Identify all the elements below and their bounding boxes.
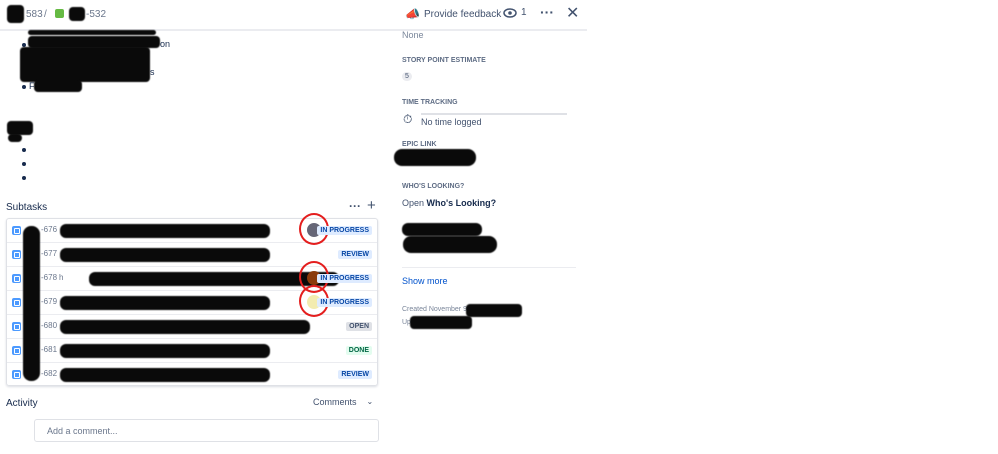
eye-icon bbox=[503, 7, 517, 18]
subtasks-more-button[interactable]: ··· bbox=[349, 199, 361, 213]
status-lozenge[interactable]: IN PROGRESS bbox=[317, 274, 372, 283]
redacted-summary bbox=[60, 368, 270, 382]
redacted-summary bbox=[60, 248, 270, 262]
redaction bbox=[7, 121, 33, 135]
subtask-key[interactable]: -678 bbox=[41, 273, 57, 282]
plus-icon: + bbox=[367, 197, 376, 214]
subtask-type-icon bbox=[12, 370, 21, 379]
redaction bbox=[466, 304, 522, 317]
subtask-type-icon bbox=[12, 298, 21, 307]
subtasks-heading: Subtasks bbox=[6, 202, 48, 213]
field-value-none: None bbox=[402, 30, 424, 40]
redacted-summary bbox=[60, 344, 270, 358]
issue-header: 583 / -532 📣 Provide feedback 1 ··· ✕ bbox=[0, 0, 587, 31]
subtask-type-icon bbox=[12, 250, 21, 259]
subtask-type-icon bbox=[12, 274, 21, 283]
subtask-type-icon bbox=[12, 346, 21, 355]
provide-feedback-button[interactable]: 📣 Provide feedback bbox=[405, 7, 501, 21]
subtask-row[interactable]: -682 REVIEW bbox=[7, 363, 377, 387]
bullet bbox=[22, 162, 26, 166]
status-lozenge[interactable]: REVIEW bbox=[338, 370, 372, 379]
subtasks-list: -676 IN PROGRESS -677 REVIEW -678 h IN PROGRES… bbox=[6, 213, 378, 387]
story-points-value[interactable]: 5 bbox=[402, 72, 412, 81]
description-text: on bbox=[160, 39, 171, 49]
status-lozenge[interactable]: REVIEW bbox=[338, 250, 372, 259]
epic-link-label: EPIC LINK bbox=[402, 141, 437, 148]
subtask-row[interactable]: -680 OPEN bbox=[7, 315, 377, 339]
redaction bbox=[28, 30, 156, 35]
status-lozenge[interactable]: DONE bbox=[345, 346, 372, 355]
close-icon: ✕ bbox=[566, 5, 580, 22]
redaction bbox=[8, 134, 22, 142]
story-icon bbox=[55, 9, 64, 18]
subtask-row[interactable]: -679 IN PROGRESS bbox=[7, 285, 377, 317]
activity-heading: Activity bbox=[6, 398, 38, 409]
ellipsis-icon: ··· bbox=[349, 199, 361, 213]
subtask-row[interactable]: -681 DONE bbox=[7, 339, 377, 363]
redaction bbox=[410, 316, 472, 329]
megaphone-icon: 📣 bbox=[405, 7, 420, 21]
subtask-key[interactable]: -679 bbox=[41, 297, 57, 306]
description-text: s bbox=[150, 67, 155, 77]
subtask-type-icon bbox=[12, 226, 21, 235]
redacted-key-column bbox=[23, 226, 40, 381]
time-tracking-bar[interactable] bbox=[421, 113, 567, 115]
redacted-summary bbox=[60, 296, 270, 310]
redaction bbox=[403, 236, 497, 253]
subtask-summary-prefix: h bbox=[59, 273, 64, 282]
redacted-summary bbox=[60, 224, 270, 238]
bullet bbox=[22, 176, 26, 180]
whos-looking-link[interactable]: Who's Looking? bbox=[427, 198, 497, 208]
divider bbox=[402, 267, 576, 268]
redaction bbox=[402, 223, 482, 236]
breadcrumb-current[interactable]: -532 bbox=[86, 9, 106, 20]
subtask-key[interactable]: -676 bbox=[41, 225, 57, 234]
subtask-key[interactable]: -681 bbox=[41, 345, 57, 354]
close-button[interactable]: ✕ bbox=[566, 3, 579, 23]
status-lozenge[interactable]: IN PROGRESS bbox=[317, 298, 372, 307]
redaction bbox=[34, 80, 82, 92]
stopwatch-icon: ⏱ bbox=[403, 112, 413, 126]
status-lozenge[interactable]: IN PROGRESS bbox=[317, 226, 372, 235]
bullet bbox=[22, 148, 26, 152]
subtask-type-icon bbox=[12, 322, 21, 331]
subtask-key[interactable]: -677 bbox=[41, 249, 57, 258]
more-actions-button[interactable]: ··· bbox=[540, 4, 554, 20]
chevron-down-icon: ⌄ bbox=[366, 397, 374, 406]
watch-count: 1 bbox=[521, 7, 527, 18]
bullet bbox=[22, 85, 26, 89]
status-lozenge[interactable]: OPEN bbox=[346, 322, 372, 331]
activity-filter-dropdown[interactable]: Comments ⌄ bbox=[313, 397, 373, 407]
feedback-label: Provide feedback bbox=[423, 8, 502, 20]
add-subtask-button[interactable]: + bbox=[367, 197, 376, 214]
redacted-summary bbox=[60, 320, 310, 334]
activity-filter-label: Comments bbox=[313, 397, 357, 407]
redacted-project-avatar bbox=[7, 5, 24, 23]
subtask-row[interactable]: -676 IN PROGRESS bbox=[7, 213, 377, 245]
whos-looking-label: WHO'S LOOKING? bbox=[402, 183, 465, 190]
time-tracking-label: TIME TRACKING bbox=[402, 99, 458, 106]
redacted-key-prefix bbox=[69, 7, 85, 21]
subtask-key[interactable]: -680 bbox=[41, 321, 57, 330]
story-points-label: STORY POINT ESTIMATE bbox=[402, 57, 486, 64]
comment-input[interactable]: Add a comment... bbox=[34, 419, 379, 442]
ellipsis-icon: ··· bbox=[540, 4, 554, 20]
redacted-epic-link[interactable] bbox=[394, 149, 476, 166]
watch-button[interactable]: 1 bbox=[503, 7, 527, 18]
created-date: Created November 9 bbox=[402, 306, 467, 313]
breadcrumb-separator: / bbox=[44, 9, 47, 20]
subtask-key[interactable]: -682 bbox=[41, 369, 57, 378]
breadcrumb-parent[interactable]: 583 bbox=[26, 9, 43, 20]
whos-looking-prefix: Open bbox=[402, 198, 425, 208]
redaction bbox=[20, 47, 150, 82]
show-more-link[interactable]: Show more bbox=[402, 276, 448, 286]
whos-looking-text: Open Who's Looking? bbox=[402, 198, 496, 208]
time-tracking-value: No time logged bbox=[421, 117, 482, 127]
